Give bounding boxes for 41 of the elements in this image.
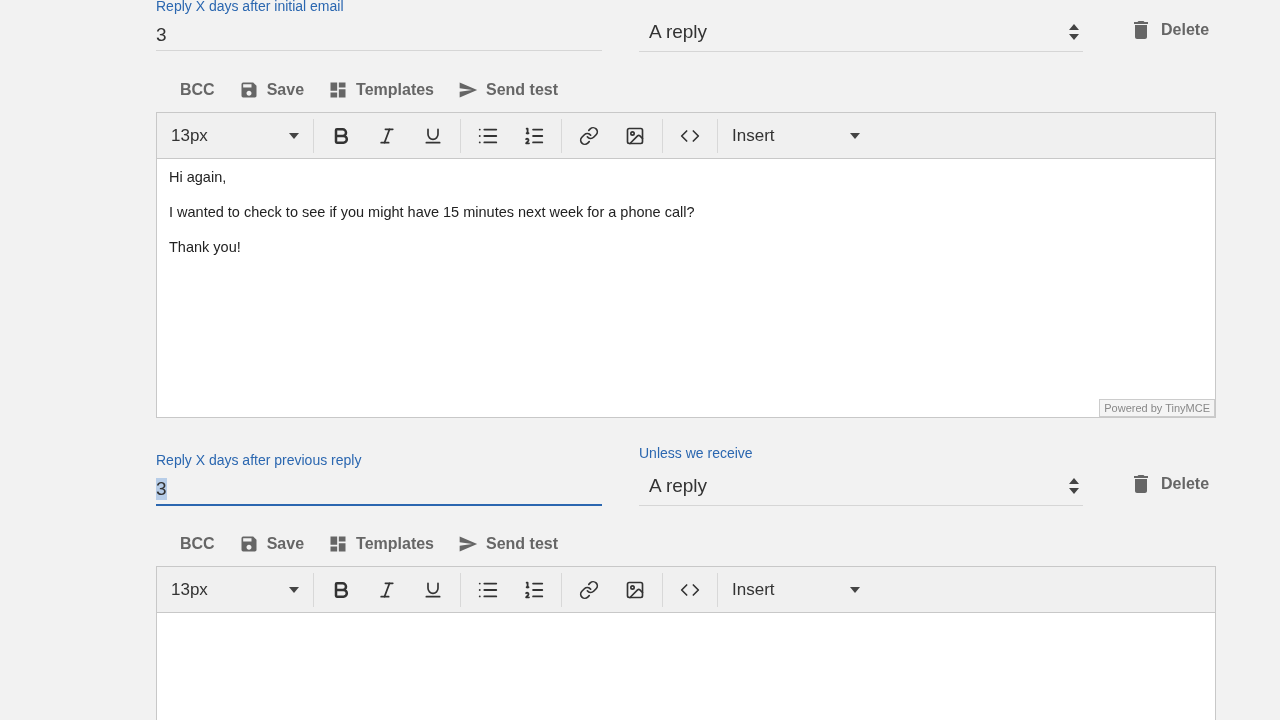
image-icon: [625, 125, 645, 146]
body-paragraph: I wanted to check to see if you might have 15 minutes next week for a phone call?: [169, 204, 696, 220]
italic-icon: [377, 125, 397, 146]
insert-dropdown[interactable]: Insert: [726, 118, 866, 153]
caret-icon: [289, 132, 299, 139]
action-button[interactable]: Templates: [328, 80, 434, 100]
delete-button[interactable]: Delete: [1129, 18, 1210, 42]
dashboard-icon: [328, 80, 349, 100]
field-label: Reply X days after initial email: [156, 0, 345, 14]
italic-icon: [377, 579, 397, 600]
body-paragraph: Hi again,: [169, 169, 228, 185]
link-icon: [579, 125, 599, 146]
action-button[interactable]: Templates: [328, 534, 434, 554]
field-label: Unless we receive: [639, 445, 754, 461]
image-icon: [625, 579, 645, 600]
days-field[interactable]: 3: [156, 474, 602, 506]
sort-arrows-icon: [1069, 478, 1079, 494]
action-button[interactable]: BCC: [180, 81, 215, 99]
caret-icon: [850, 586, 860, 593]
days-field[interactable]: 3: [156, 20, 602, 51]
field-label: Reply X days after previous reply: [156, 452, 363, 468]
action-button[interactable]: BCC: [180, 535, 215, 553]
sort-arrows-icon: [1069, 24, 1079, 40]
delete-button[interactable]: Delete: [1129, 472, 1210, 496]
dashboard-icon: [328, 534, 349, 554]
link-icon: [579, 579, 599, 600]
action-button[interactable]: Send test: [458, 80, 558, 100]
insert-dropdown[interactable]: Insert: [726, 572, 866, 607]
powered-by-label: Powered by TinyMCE: [1099, 399, 1215, 417]
caret-icon: [289, 586, 299, 593]
font-size-dropdown[interactable]: 13px: [165, 572, 305, 607]
action-button[interactable]: Save: [238, 534, 305, 554]
caret-icon: [850, 132, 860, 139]
font-size-dropdown[interactable]: 13px: [165, 118, 305, 153]
action-button[interactable]: Send test: [458, 534, 558, 554]
reply-select[interactable]: A reply: [639, 13, 1083, 52]
send-icon: [458, 534, 478, 554]
body-paragraph: Thank you!: [169, 239, 242, 255]
reply-select[interactable]: A reply: [639, 467, 1083, 506]
send-icon: [458, 80, 478, 100]
action-button[interactable]: Save: [238, 80, 305, 100]
